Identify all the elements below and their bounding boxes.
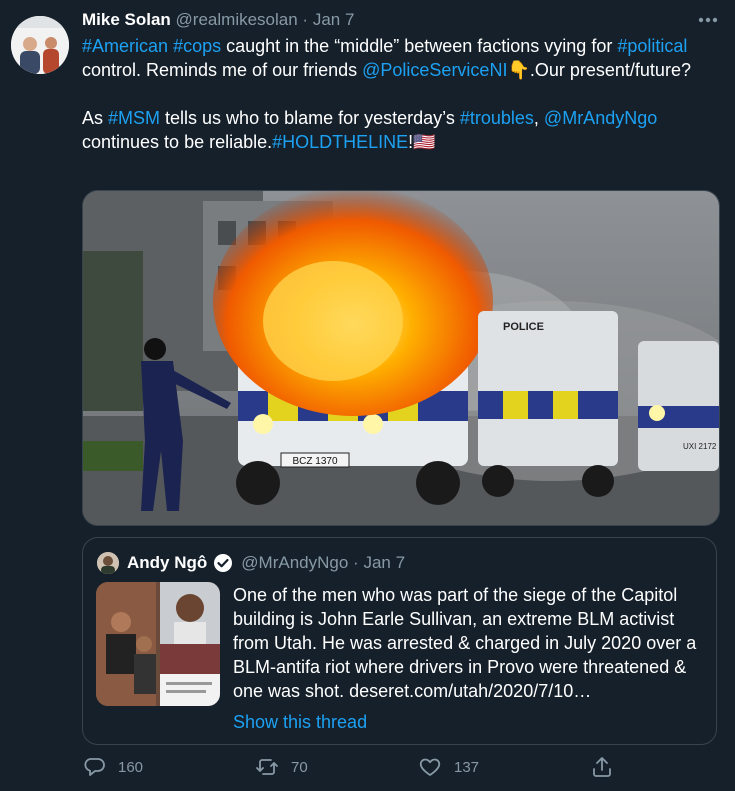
share-icon bbox=[593, 757, 611, 777]
reply-count: 160 bbox=[118, 758, 144, 776]
author-name[interactable]: Mike Solan bbox=[82, 10, 171, 29]
tweet-text: #American #cops caught in the “middle” b… bbox=[82, 34, 712, 154]
like-count: 137 bbox=[454, 758, 480, 776]
verified-badge-icon bbox=[213, 553, 233, 573]
tweet-text-segment: tells us who to blame for yesterday’s bbox=[160, 108, 460, 128]
reply-button[interactable]: 160 bbox=[82, 755, 143, 779]
vehicle3-plate-text: UXI 2172 bbox=[683, 442, 717, 451]
tweet-text-segment: .Our present/future? bbox=[529, 60, 691, 80]
quoted-date[interactable]: Jan 7 bbox=[363, 552, 405, 574]
quoted-separator: · bbox=[353, 553, 359, 572]
quoted-tweet-text: One of the men who was part of the siege… bbox=[233, 583, 703, 703]
quoted-author-avatar[interactable] bbox=[97, 552, 119, 574]
reply-icon bbox=[84, 758, 105, 776]
quoted-url-text: deseret.com/utah/2020/7/10… bbox=[349, 681, 592, 701]
mention-link[interactable]: @PoliceServiceNI bbox=[362, 60, 507, 80]
pointing-down-emoji: 👇 bbox=[507, 60, 530, 80]
tweet-paragraph-1: #American #cops caught in the “middle” b… bbox=[82, 34, 712, 82]
retweet-button[interactable]: 70 bbox=[255, 755, 308, 779]
us-flag-emoji: 🇺🇸 bbox=[413, 132, 436, 152]
tweet-paragraph-2: As #MSM tells us who to blame for yester… bbox=[82, 106, 712, 154]
tweet-date[interactable]: Jan 7 bbox=[313, 10, 355, 29]
retweet-count: 70 bbox=[291, 758, 308, 776]
hashtag-link[interactable]: #American bbox=[82, 36, 168, 56]
quoted-author-handle[interactable]: @MrAndyNgo bbox=[241, 552, 348, 574]
quoted-tweet-header: Andy Ngô @MrAndyNgo · Jan 7 bbox=[97, 552, 405, 574]
share-button[interactable] bbox=[590, 755, 614, 779]
tweet-header: Mike Solan @realmikesolan · Jan 7 bbox=[82, 9, 682, 31]
like-button[interactable]: 137 bbox=[418, 755, 479, 779]
author-handle[interactable]: @realmikesolan bbox=[176, 10, 298, 29]
tweet-text-segment: control. Reminds me of our friends bbox=[82, 60, 363, 80]
tweet-text-segment: continues to be reliable. bbox=[82, 132, 273, 152]
show-thread-link[interactable]: Show this thread bbox=[233, 710, 367, 734]
quoted-media-thumbnail[interactable] bbox=[96, 582, 220, 706]
tweet-text-segment: As bbox=[82, 108, 109, 128]
tweet-text-segment: caught in the “middle” between factions … bbox=[221, 36, 618, 56]
heart-icon bbox=[419, 758, 441, 776]
tweet-text-segment: , bbox=[533, 108, 544, 128]
quoted-tweet[interactable]: Andy Ngô @MrAndyNgo · Jan 7 One of the m… bbox=[82, 537, 717, 745]
hashtag-link[interactable]: #MSM bbox=[108, 108, 160, 128]
header-separator: · bbox=[302, 10, 309, 29]
quoted-author-name[interactable]: Andy Ngô bbox=[127, 552, 207, 574]
hashtag-link[interactable]: #troubles bbox=[460, 108, 534, 128]
author-avatar[interactable] bbox=[11, 16, 69, 74]
tweet-media-image[interactable]: BCZ 1370 POLICE UXI 2172 bbox=[82, 190, 720, 526]
retweet-icon bbox=[256, 759, 278, 775]
mention-link[interactable]: @MrAndyNgo bbox=[544, 108, 657, 128]
vehicle-label-text: POLICE bbox=[503, 321, 544, 333]
tweet-actions: 160 70 137 bbox=[82, 755, 702, 787]
more-options-icon[interactable] bbox=[697, 9, 719, 31]
hashtag-link[interactable]: #political bbox=[617, 36, 687, 56]
hashtag-link[interactable]: #HOLDTHELINE bbox=[272, 132, 408, 152]
vehicle-plate-text: BCZ 1370 bbox=[292, 456, 337, 467]
hashtag-link[interactable]: #cops bbox=[173, 36, 221, 56]
